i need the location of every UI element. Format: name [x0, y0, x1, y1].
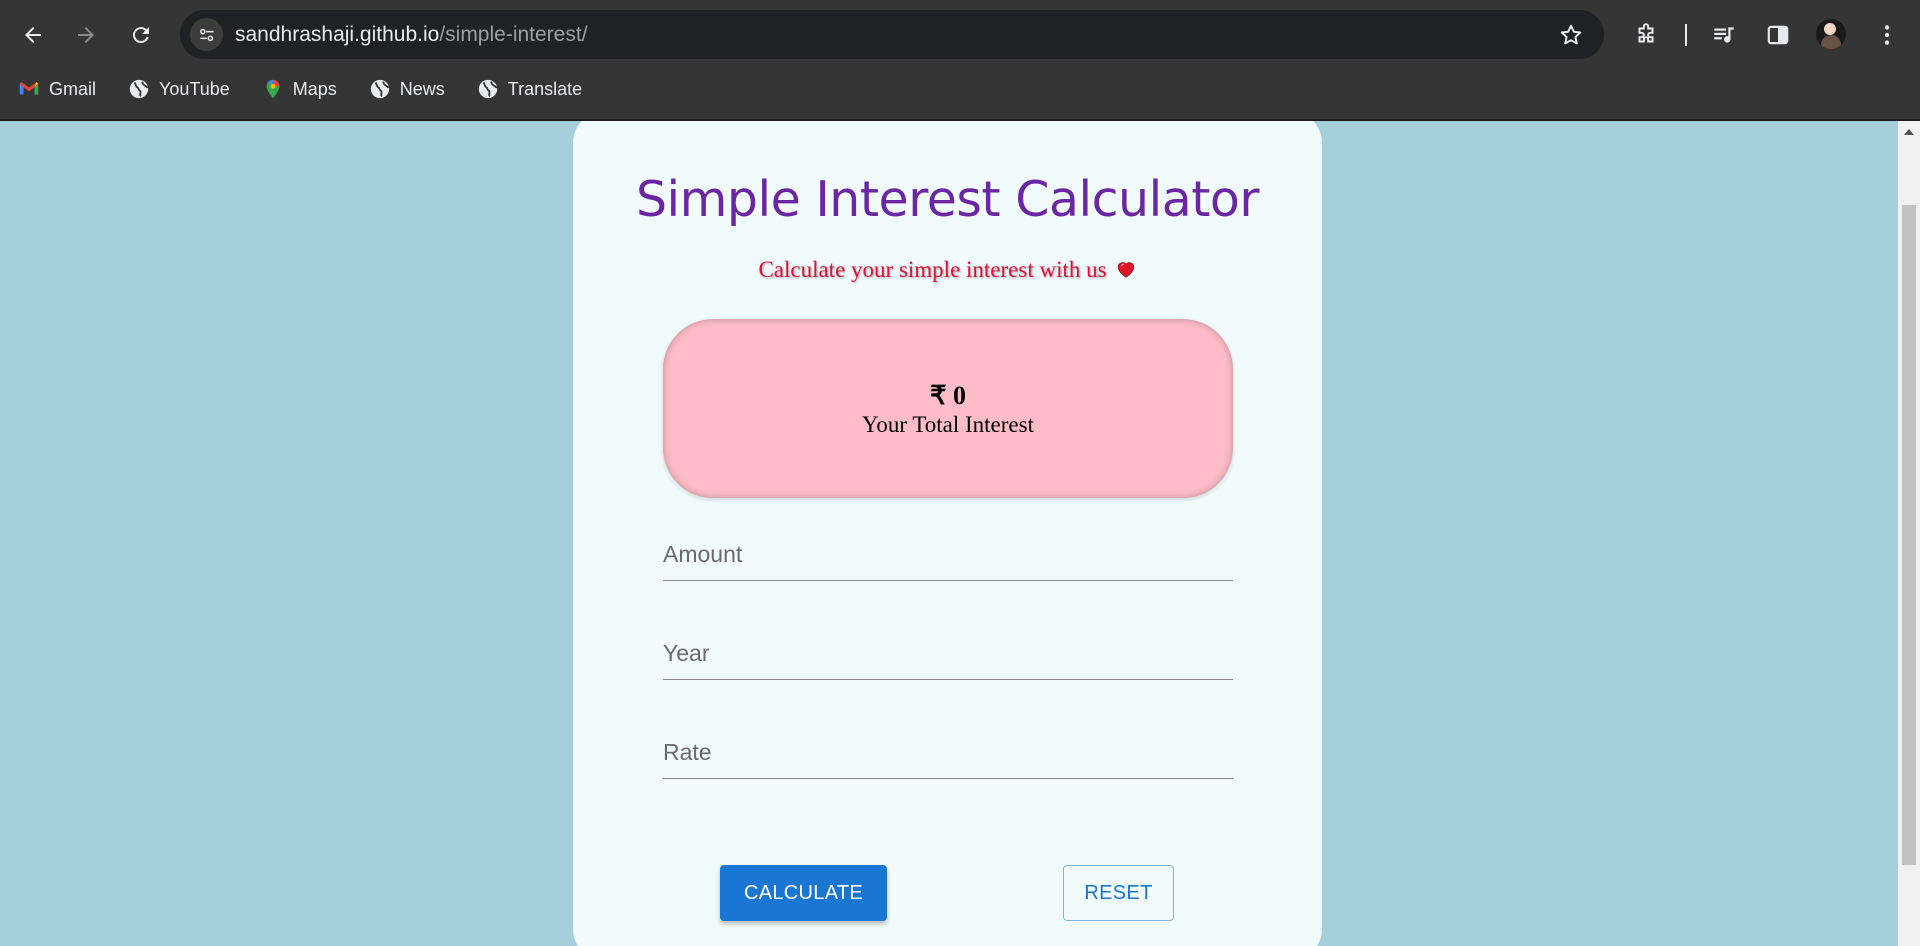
scrollbar-thumb[interactable]: [1902, 205, 1916, 865]
bookmark-label: Gmail: [49, 78, 97, 99]
bookmark-label: News: [399, 78, 445, 99]
scroll-up-arrow-icon[interactable]: [1904, 129, 1914, 135]
bookmark-star-icon[interactable]: [1558, 22, 1584, 48]
globe-icon: [370, 79, 389, 99]
globe-icon: [129, 79, 149, 99]
site-info-button[interactable]: [190, 18, 223, 51]
bookmark-news[interactable]: News: [369, 78, 445, 100]
result-box: ₹ 0 Your Total Interest: [663, 319, 1233, 498]
year-field: [663, 629, 1233, 680]
url-path: /simple-interest/: [439, 23, 588, 46]
globe-icon: [478, 79, 497, 99]
puzzle-icon: [1638, 23, 1654, 43]
page-subtitle: Calculate your simple interest with us: [573, 257, 1322, 283]
heart-icon: [1117, 262, 1134, 278]
side-panel-icon: [1767, 25, 1789, 45]
more-vert-icon: [1884, 25, 1890, 45]
bookmark-translate[interactable]: Translate: [477, 78, 582, 100]
profile-avatar[interactable]: [1816, 19, 1846, 49]
bookmark-label: Maps: [292, 78, 337, 99]
bookmark-youtube[interactable]: YouTube: [128, 78, 230, 100]
reset-button[interactable]: RESET: [1063, 865, 1174, 921]
calculator-card: Simple Interest Calculator Calculate you…: [573, 121, 1322, 946]
calculate-button[interactable]: CALCULATE: [720, 865, 887, 921]
extensions-button[interactable]: [1628, 17, 1664, 53]
url-text[interactable]: sandhrashaji.github.io/simple-interest/: [235, 23, 588, 47]
bookmark-maps[interactable]: Maps: [262, 78, 337, 100]
amount-input[interactable]: [663, 530, 1233, 578]
reload-button[interactable]: [123, 17, 159, 53]
year-input[interactable]: [663, 629, 1233, 677]
total-interest-value: ₹ 0: [929, 381, 967, 410]
maps-icon: [266, 79, 280, 99]
side-panel-button[interactable]: [1760, 17, 1796, 53]
amount-field: [663, 530, 1233, 581]
vertical-scrollbar[interactable]: [1898, 121, 1920, 946]
media-control-button[interactable]: [1706, 17, 1742, 53]
browser-toolbar: sandhrashaji.github.io/simple-interest/ …: [0, 0, 1920, 121]
tune-icon: [199, 28, 214, 41]
forward-button[interactable]: [68, 17, 104, 53]
arrow-left-icon: [25, 27, 41, 43]
bookmarks-bar: Gmail YouTube Maps News Translate: [0, 74, 596, 104]
bookmark-gmail[interactable]: Gmail: [18, 78, 96, 100]
queue-music-icon: [1714, 27, 1734, 43]
reload-icon: [132, 27, 149, 44]
subtitle-text: Calculate your simple interest with us: [758, 257, 1107, 282]
address-bar[interactable]: sandhrashaji.github.io/simple-interest/: [180, 10, 1604, 59]
menu-button[interactable]: [1869, 17, 1905, 53]
rate-input[interactable]: [663, 728, 1233, 776]
total-interest-label: Your Total Interest: [862, 412, 1034, 437]
gmail-icon: [19, 82, 39, 95]
page-title: Simple Interest Calculator: [635, 171, 1260, 228]
arrow-right-icon: [78, 27, 94, 43]
url-domain: sandhrashaji.github.io: [235, 23, 440, 46]
rate-field: [663, 728, 1233, 779]
bookmark-label: Translate: [507, 78, 583, 99]
back-button[interactable]: [15, 17, 51, 53]
page-viewport: Simple Interest Calculator Calculate you…: [0, 121, 1898, 946]
toolbar-divider: [1685, 24, 1687, 46]
bookmark-label: YouTube: [159, 78, 230, 99]
